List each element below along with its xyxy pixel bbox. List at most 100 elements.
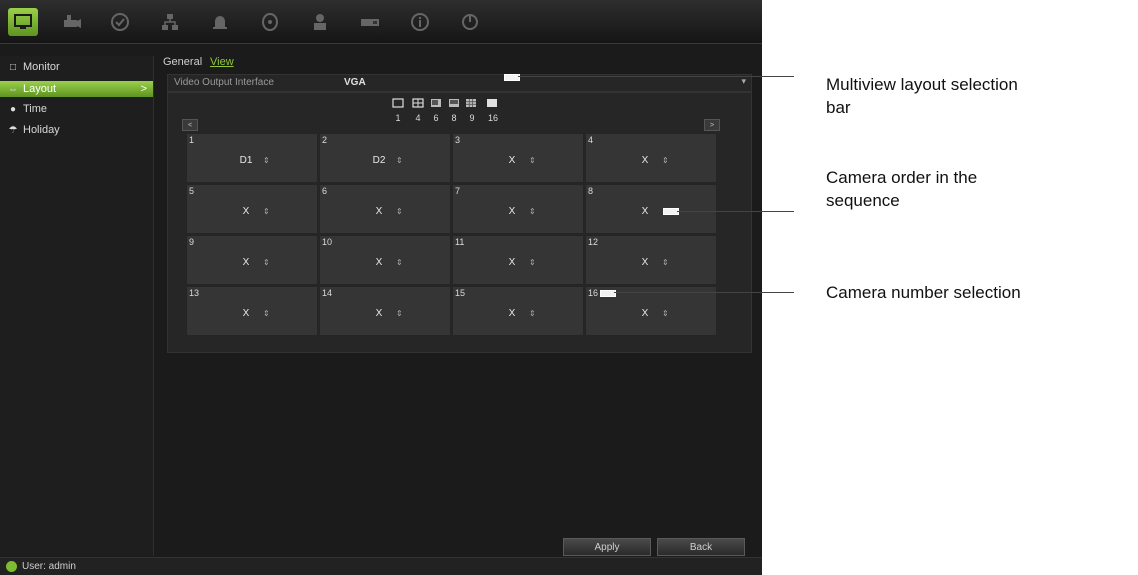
cell-index: 9 (189, 237, 195, 247)
user-icon[interactable] (305, 8, 335, 36)
spinner-icon: ⇕ (396, 155, 403, 165)
cell-index: 15 (455, 288, 466, 298)
cell-index: 7 (455, 186, 461, 196)
view-panel: 1 4 6 8 9 16 < > 1 D1 ⇕ 2 D2 ⇕ 3 X ⇕ 4 X ⇕ 5 X ⇕ 6… (167, 92, 752, 353)
cell-index: 1 (189, 135, 195, 145)
spinner-icon: ⇕ (529, 257, 536, 267)
cell-index: 3 (455, 135, 461, 145)
grid-cell: 7 X ⇕ (452, 184, 584, 234)
camera-select[interactable]: X⇕ (628, 256, 676, 268)
layout-number: 1 (395, 113, 401, 123)
apply-button[interactable]: Apply (563, 538, 651, 556)
grid-cell: 9 X ⇕ (186, 235, 318, 285)
camera-select[interactable]: X⇕ (229, 256, 277, 268)
camera-select[interactable]: X⇕ (495, 154, 543, 166)
cell-index: 10 (322, 237, 333, 247)
grid-cell: 5 X ⇕ (186, 184, 318, 234)
camera-value: X (641, 307, 649, 319)
layout-icon: ⇔ (8, 83, 18, 95)
camera-value: D1 (239, 154, 253, 166)
sidebar-item-time[interactable]: ● Time (0, 101, 153, 117)
spinner-icon: ⇕ (263, 206, 270, 216)
layout-16-icon[interactable] (486, 98, 498, 108)
camera-value: X (508, 307, 516, 319)
sidebar-item-monitor[interactable]: □ Monitor (0, 59, 153, 75)
cell-index: 11 (455, 237, 465, 247)
monitor-icon[interactable] (8, 8, 38, 36)
spinner-icon: ⇕ (263, 257, 270, 267)
spinner-icon: ⇕ (263, 155, 270, 165)
camera-value: X (508, 154, 516, 166)
camera-select[interactable]: X⇕ (495, 205, 543, 217)
layout-number: 4 (415, 113, 421, 123)
cell-index: 6 (322, 186, 328, 196)
info-icon[interactable] (405, 8, 435, 36)
next-page-button[interactable]: > (704, 119, 720, 131)
camera-select[interactable]: X⇕ (229, 307, 277, 319)
layout-6-icon[interactable] (430, 98, 442, 108)
camera-select[interactable]: X⇕ (362, 307, 410, 319)
camera-select[interactable]: X⇕ (495, 256, 543, 268)
layout-9-icon[interactable] (465, 98, 477, 108)
cell-index: 14 (322, 288, 333, 298)
callout-line (677, 211, 794, 212)
camera-value: X (641, 154, 649, 166)
camera-value: X (242, 307, 250, 319)
sidebar-item-label: Time (23, 103, 48, 115)
network-icon[interactable] (155, 8, 185, 36)
record-icon[interactable] (105, 8, 135, 36)
camera-select[interactable]: X⇕ (362, 256, 410, 268)
hdd-icon[interactable] (255, 8, 285, 36)
camera-value: X (508, 256, 516, 268)
camera-value: X (508, 205, 516, 217)
sidebar-item-holiday[interactable]: ☂ Holiday (0, 122, 153, 138)
callout-line (614, 292, 794, 293)
spinner-icon: ⇕ (396, 206, 403, 216)
monitor-small-icon: □ (9, 61, 17, 73)
spinner-icon: ⇕ (263, 308, 270, 318)
callout-camera-order: Camera order in the sequence (826, 166, 1126, 212)
tab-general[interactable]: General (163, 56, 202, 68)
camera-select[interactable]: D2 ⇕ (362, 154, 410, 166)
cell-index: 8 (588, 186, 594, 196)
back-button[interactable]: Back (657, 538, 745, 556)
camera-select[interactable]: X⇕ (628, 307, 676, 319)
layout-1-icon[interactable] (392, 98, 404, 108)
spinner-icon: ⇕ (396, 257, 403, 267)
camera-value: X (641, 256, 649, 268)
camera-select[interactable]: X⇕ (495, 307, 543, 319)
main-content: General View Video Output Interface VGA … (155, 56, 762, 556)
alarm-icon[interactable] (205, 8, 235, 36)
layout-4-icon[interactable] (412, 98, 424, 108)
spinner-icon: ⇕ (662, 155, 669, 165)
callout-line (518, 76, 794, 77)
camera-select[interactable]: X⇕ (229, 205, 277, 217)
sidebar-item-layout[interactable]: ⇔ Layout > (0, 81, 153, 97)
layout-8-icon[interactable] (448, 98, 460, 108)
video-output-select[interactable]: VGA (344, 77, 366, 88)
camera-value: X (242, 256, 250, 268)
grid-cell: 3 X ⇕ (452, 133, 584, 183)
camera-value: D2 (372, 154, 386, 166)
power-icon[interactable] (455, 8, 485, 36)
cell-index: 13 (189, 288, 200, 298)
camera-value: X (375, 307, 383, 319)
spinner-icon: ⇕ (662, 257, 669, 267)
status-bar: User: admin (0, 557, 762, 575)
camera-select[interactable]: X⇕ (362, 205, 410, 217)
grid-cell: 12 X ⇕ (585, 235, 717, 285)
callout-camera-number: Camera number selection (826, 281, 1126, 304)
camera-select[interactable]: D1 ⇕ (229, 154, 277, 166)
spinner-icon: ⇕ (396, 308, 403, 318)
camera-value: X (375, 256, 383, 268)
spinner-icon: ⇕ (529, 308, 536, 318)
camera-select[interactable]: X⇕ (628, 154, 676, 166)
prev-page-button[interactable]: < (182, 119, 198, 131)
callout-text-line: Multiview layout selection (826, 75, 1018, 94)
layout-number: 8 (451, 113, 457, 123)
device-icon[interactable] (355, 8, 385, 36)
callout-text-line: Camera number selection (826, 283, 1021, 302)
tab-view[interactable]: View (210, 56, 234, 68)
camera-icon[interactable] (57, 8, 87, 36)
cell-index: 4 (588, 135, 594, 145)
